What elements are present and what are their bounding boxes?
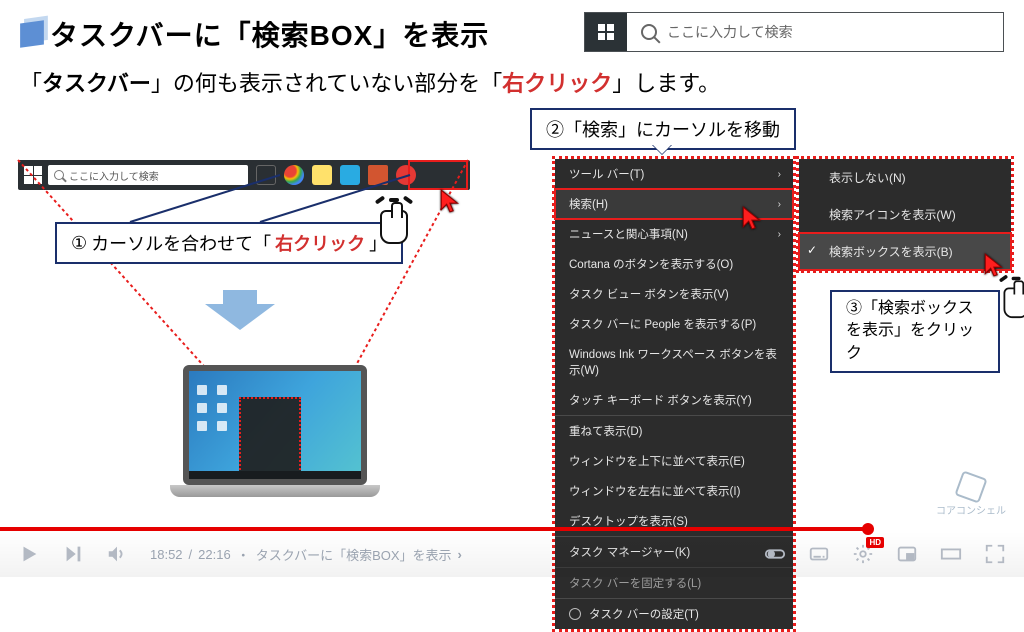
subtitles-button[interactable] [808, 543, 830, 565]
tap-gesture-icon [378, 204, 412, 246]
play-button[interactable] [18, 543, 40, 565]
time-display: 18:52 / 22:16 ・ タスクバーに「検索BOX」を表示 › [150, 545, 462, 564]
context-menu-item[interactable]: ツール バー(T) › [555, 159, 793, 189]
menu-item-label: 検索ボックスを表示(B) [829, 245, 953, 259]
context-menu-item[interactable]: タスク バーに People を表示する(P) [555, 309, 793, 339]
context-menu-item[interactable]: ウィンドウを上下に並べて表示(E) [555, 446, 793, 476]
menu-item-label: Cortana のボタンを表示する(O) [569, 256, 733, 272]
menu-item-label: ウィンドウを左右に並べて表示(I) [569, 483, 740, 499]
menu-item-label: 表示しない(N) [829, 171, 906, 185]
cursor-arrow-icon [982, 252, 1008, 278]
slide-title: タスクバーに「検索BOX」を表示 [50, 14, 489, 54]
menu-item-label: タスク バーの設定(T) [589, 606, 699, 622]
theater-button[interactable] [940, 543, 962, 565]
watermark: コアコンシェル [936, 474, 1006, 517]
example-search-box: ここに入力して検索 [584, 12, 1004, 52]
context-menu-item[interactable]: Windows Ink ワークスペース ボタンを表示(W) [555, 339, 793, 385]
callout-step-2: ②「検索」にカーソルを移動 [530, 108, 796, 150]
menu-item-label: Windows Ink ワークスペース ボタンを表示(W) [569, 346, 779, 378]
context-menu-item[interactable]: 重ねて表示(D) [555, 415, 793, 446]
menu-item-label: ニュースと関心事項(N) [569, 226, 688, 242]
chevron-right-icon[interactable]: › [458, 547, 462, 562]
windows-start-icon [24, 166, 42, 184]
taskbar-illustration: ここに入力して検索 [18, 160, 470, 190]
callout-step-3: ③「検索ボックスを表示」をクリック [830, 290, 1000, 373]
submenu-item[interactable]: 検索アイコンを表示(W) [799, 196, 1011, 233]
menu-item-label: タスク バーに People を表示する(P) [569, 316, 756, 332]
menu-item-label: 検索(H) [569, 196, 608, 212]
menu-item-label: ツール バー(T) [569, 166, 644, 182]
windows-start-icon [585, 13, 627, 51]
context-menu-item[interactable]: タスク バーの設定(T) [555, 598, 793, 629]
search-icon [54, 170, 64, 180]
video-player-bar: 18:52 / 22:16 ・ タスクバーに「検索BOX」を表示 › HD [0, 531, 1024, 577]
chapter-title[interactable]: タスクバーに「検索BOX」を表示 [256, 545, 452, 564]
fullscreen-button[interactable] [984, 543, 1006, 565]
menu-item-label: タッチ キーボード ボタンを表示(Y) [569, 392, 752, 408]
down-arrow-icon [205, 290, 275, 330]
miniplayer-button[interactable] [896, 543, 918, 565]
search-icon [641, 24, 657, 40]
context-menu-item[interactable]: タスク ビュー ボタンを表示(V) [555, 279, 793, 309]
chevron-right-icon: › [778, 169, 781, 180]
autoplay-toggle[interactable] [764, 543, 786, 565]
chevron-right-icon: › [778, 229, 781, 240]
submenu-item[interactable]: ✓ 検索ボックスを表示(B) [799, 233, 1011, 270]
next-button[interactable] [62, 543, 84, 565]
menu-item-label: タスク バーを固定する(L) [569, 575, 701, 591]
gear-icon [569, 608, 581, 620]
settings-button[interactable]: HD [852, 543, 874, 565]
menu-item-label: 検索アイコンを表示(W) [829, 208, 956, 222]
search-placeholder: ここに入力して検索 [667, 22, 793, 42]
document-icon [20, 20, 44, 48]
chevron-right-icon: › [778, 199, 781, 210]
taskbar-search-box: ここに入力して検索 [48, 165, 248, 185]
cursor-arrow-icon [438, 188, 464, 214]
slide-subtitle: 「タスクバー」の何も表示されていない部分を「右クリック」します。 [0, 62, 1024, 108]
menu-item-label: 重ねて表示(D) [569, 423, 642, 439]
laptop-illustration [170, 365, 380, 497]
cursor-arrow-icon [740, 205, 766, 231]
context-menu-item[interactable]: タッチ キーボード ボタンを表示(Y) [555, 385, 793, 415]
context-menu-item[interactable]: Cortana のボタンを表示する(O) [555, 249, 793, 279]
tap-gesture-icon [1002, 282, 1024, 320]
volume-button[interactable] [106, 543, 128, 565]
hd-badge: HD [866, 537, 884, 548]
checkmark-icon: ✓ [807, 243, 817, 257]
submenu-item[interactable]: 表示しない(N) [799, 159, 1011, 196]
callout-step-1: ① カーソルを合わせて「 右クリック 」 [55, 222, 403, 264]
menu-item-label: タスク ビュー ボタンを表示(V) [569, 286, 729, 302]
context-menu-item[interactable]: ウィンドウを左右に並べて表示(I) [555, 476, 793, 506]
menu-item-label: ウィンドウを上下に並べて表示(E) [569, 453, 745, 469]
